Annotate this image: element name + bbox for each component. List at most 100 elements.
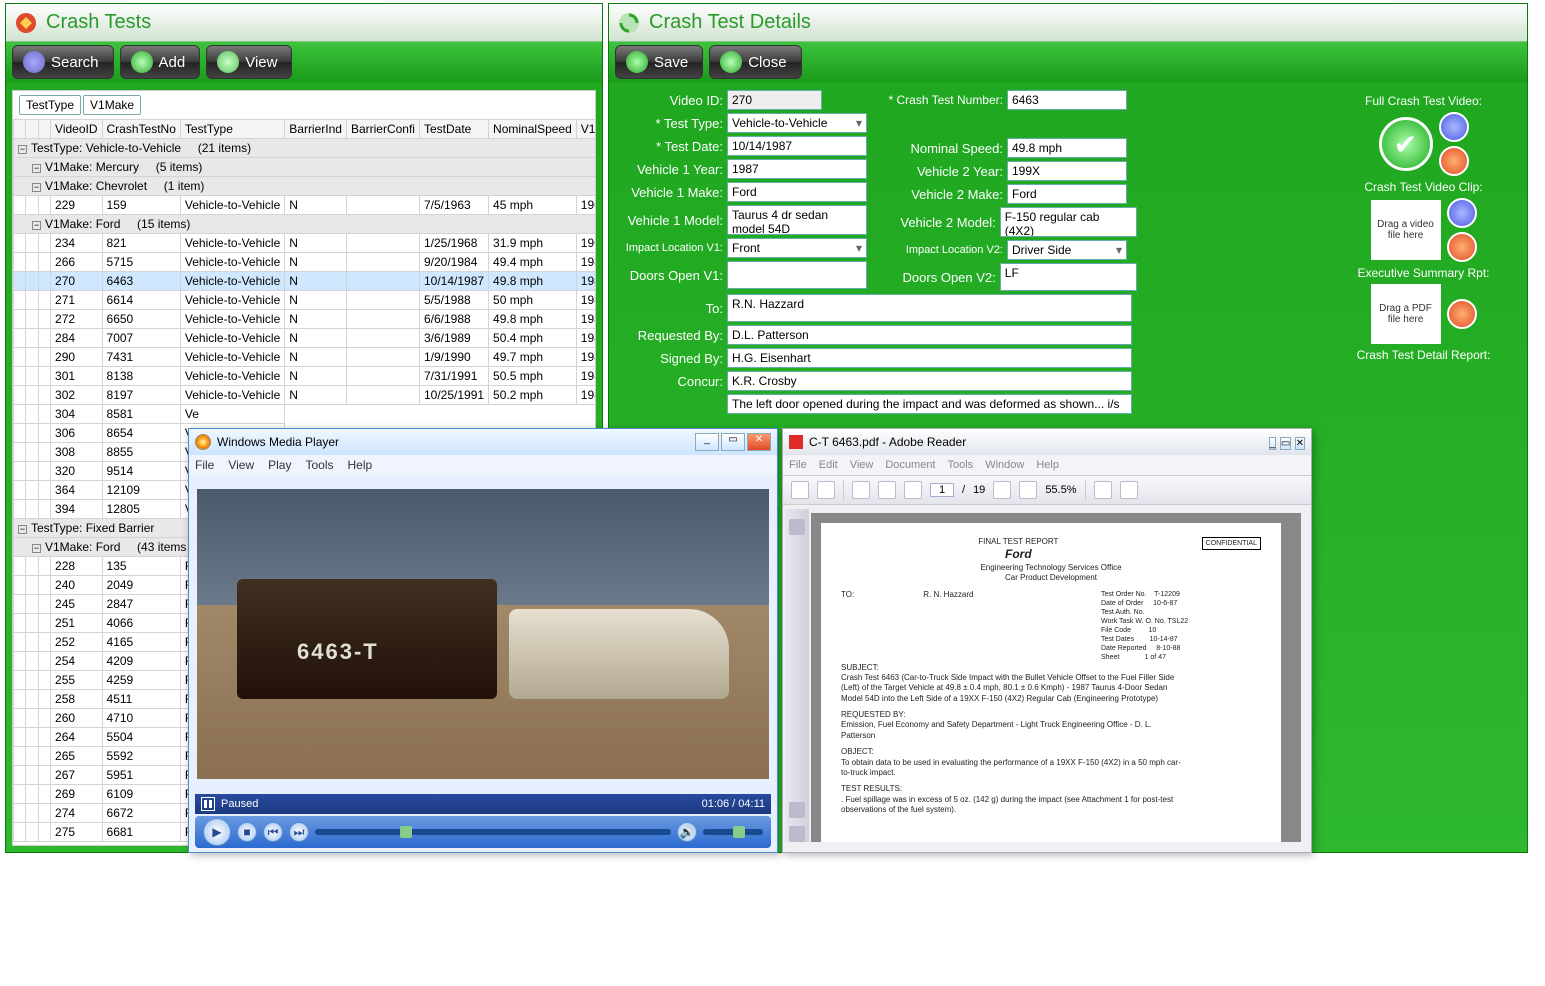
chip-testtype[interactable]: TestType: [19, 95, 81, 115]
expander-icon[interactable]: −: [18, 145, 27, 154]
impact1-select[interactable]: Front: [727, 238, 867, 258]
pdf-menu-window[interactable]: Window: [985, 459, 1024, 471]
col-barrierind[interactable]: BarrierInd: [285, 120, 347, 139]
exec-dropzone[interactable]: Drag a PDF file here: [1371, 284, 1441, 344]
req-field[interactable]: [727, 325, 1132, 345]
to-field[interactable]: R.N. Hazzard: [727, 294, 1132, 322]
view-button[interactable]: View: [206, 45, 292, 79]
doors2-field[interactable]: LF: [1000, 263, 1137, 291]
expander-icon[interactable]: −: [18, 525, 27, 534]
pdf-menu-edit[interactable]: Edit: [819, 459, 838, 471]
table-row[interactable]: 2716614Vehicle-to-VehicleN5/5/198850 mph…: [14, 291, 597, 310]
test-type-select[interactable]: Vehicle-to-Vehicle: [727, 113, 867, 133]
page-down-icon[interactable]: [904, 481, 922, 499]
burn-clip-button[interactable]: [1447, 232, 1477, 262]
test-date-field[interactable]: [727, 136, 867, 156]
close-button[interactable]: Close: [709, 45, 801, 79]
pdf-menu-help[interactable]: Help: [1036, 459, 1059, 471]
table-row[interactable]: 234821Vehicle-to-VehicleN1/25/196831.9 m…: [14, 234, 597, 253]
print-icon[interactable]: [791, 481, 809, 499]
pdf-menu-document[interactable]: Document: [885, 459, 935, 471]
chip-v1make[interactable]: V1Make: [83, 95, 141, 115]
pdf-menu-file[interactable]: File: [789, 459, 807, 471]
col-barrierconfi[interactable]: BarrierConfi: [346, 120, 419, 139]
v2-year-field[interactable]: [1007, 161, 1127, 181]
v1-year-field[interactable]: [727, 159, 867, 179]
email-icon[interactable]: [817, 481, 835, 499]
col-videoid[interactable]: VideoID: [51, 120, 102, 139]
pdf-close-button[interactable]: ✕: [1295, 437, 1305, 450]
wmp-mute-button[interactable]: 🔊: [677, 822, 697, 842]
wmp-stop-button[interactable]: ■: [237, 822, 257, 842]
table-row[interactable]: 2706463Vehicle-to-VehicleN10/14/198749.8…: [14, 272, 597, 291]
v2-make-field[interactable]: [1007, 184, 1127, 204]
burn-full-button[interactable]: [1439, 146, 1469, 176]
search-button[interactable]: Search: [12, 45, 114, 79]
full-video-ok-icon[interactable]: ✔: [1379, 117, 1433, 171]
burn-exec-button[interactable]: [1447, 299, 1477, 329]
pdf-window[interactable]: C-T 6463.pdf - Adobe Reader _ ▭ ✕ File E…: [782, 428, 1312, 853]
play-full-button[interactable]: [1439, 112, 1469, 142]
clip-dropzone[interactable]: Drag a video file here: [1371, 200, 1441, 260]
add-button[interactable]: Add: [120, 45, 201, 79]
expander-icon[interactable]: −: [32, 544, 41, 553]
fit-width-icon[interactable]: [1094, 481, 1112, 499]
pdf-titlebar[interactable]: C-T 6463.pdf - Adobe Reader _ ▭ ✕: [783, 429, 1311, 455]
page-current-input[interactable]: [930, 483, 954, 497]
expander-icon[interactable]: −: [32, 221, 41, 230]
save-button[interactable]: Save: [615, 45, 703, 79]
v2-model-field[interactable]: F-150 regular cab (4X2): [1000, 207, 1137, 237]
pdf-menu-tools[interactable]: Tools: [948, 459, 974, 471]
v1-make-field[interactable]: [727, 182, 867, 202]
table-row[interactable]: 229159Vehicle-to-VehicleN7/5/196345 mph1…: [14, 196, 597, 215]
pdf-max-button[interactable]: ▭: [1280, 437, 1291, 450]
group-row[interactable]: −V1Make: Chevrolet (1 item): [14, 177, 597, 196]
remarks-field[interactable]: The left door opened during the impact a…: [727, 394, 1132, 414]
table-row[interactable]: 3048581Ve: [14, 405, 597, 424]
wmp-min-button[interactable]: _: [695, 433, 719, 451]
fit-page-icon[interactable]: [1120, 481, 1138, 499]
attachments-icon[interactable]: [789, 826, 805, 842]
wmp-menu-file[interactable]: File: [195, 458, 214, 472]
table-row[interactable]: 2726650Vehicle-to-VehicleN6/6/198849.8 m…: [14, 310, 597, 329]
v1-model-field[interactable]: Taurus 4 dr sedan model 54D: [727, 205, 867, 235]
wmp-prev-button[interactable]: ⏮: [263, 822, 283, 842]
table-row[interactable]: 2847007Vehicle-to-VehicleN3/6/198950.4 m…: [14, 329, 597, 348]
comments-icon[interactable]: [789, 802, 805, 818]
wmp-max-button[interactable]: ▭: [721, 433, 745, 451]
wmp-play-button[interactable]: ▶: [203, 818, 231, 846]
wmp-menu-help[interactable]: Help: [348, 458, 373, 472]
wmp-video-area[interactable]: [197, 489, 769, 779]
expander-icon[interactable]: −: [32, 183, 41, 192]
group-row[interactable]: −V1Make: Mercury (5 items): [14, 158, 597, 177]
table-row[interactable]: 3018138Vehicle-to-VehicleN7/31/199150.5 …: [14, 367, 597, 386]
pdf-min-button[interactable]: _: [1269, 437, 1277, 450]
col-v1year[interactable]: V1Year: [576, 120, 596, 139]
wmp-menu-view[interactable]: View: [228, 458, 254, 472]
wmp-seek-slider[interactable]: [315, 829, 671, 835]
page-nav-icon[interactable]: [852, 481, 870, 499]
table-row[interactable]: 2665715Vehicle-to-VehicleN9/20/198449.4 …: [14, 253, 597, 272]
expander-icon[interactable]: −: [32, 164, 41, 173]
col-nominalspeed[interactable]: NominalSpeed: [489, 120, 577, 139]
nominal-field[interactable]: [1007, 138, 1127, 158]
wmp-next-button[interactable]: ⏭: [289, 822, 309, 842]
col-crashtestno[interactable]: CrashTestNo: [102, 120, 180, 139]
wmp-window[interactable]: Windows Media Player _ ▭ ✕ File View Pla…: [188, 428, 778, 853]
wmp-volume-slider[interactable]: [703, 829, 763, 835]
table-row[interactable]: 2907431Vehicle-to-VehicleN1/9/199049.7 m…: [14, 348, 597, 367]
crash-no-field[interactable]: [1007, 90, 1127, 110]
zoom-out-icon[interactable]: [993, 481, 1011, 499]
signed-field[interactable]: [727, 348, 1132, 368]
zoom-in-icon[interactable]: [1019, 481, 1037, 499]
wmp-titlebar[interactable]: Windows Media Player _ ▭ ✕: [189, 429, 777, 455]
col-testtype[interactable]: TestType: [180, 120, 284, 139]
play-clip-button[interactable]: [1447, 198, 1477, 228]
wmp-menu-play[interactable]: Play: [268, 458, 291, 472]
group-row[interactable]: −TestType: Vehicle-to-Vehicle (21 items): [14, 139, 597, 158]
zoom-value[interactable]: 55.5%: [1045, 484, 1076, 496]
pdf-page-area[interactable]: CONFIDENTIAL FINAL TEST REPORT Ford Engi…: [811, 513, 1301, 842]
impact2-select[interactable]: Driver Side: [1007, 240, 1127, 260]
wmp-menu-tools[interactable]: Tools: [305, 458, 333, 472]
col-testdate[interactable]: TestDate: [419, 120, 488, 139]
